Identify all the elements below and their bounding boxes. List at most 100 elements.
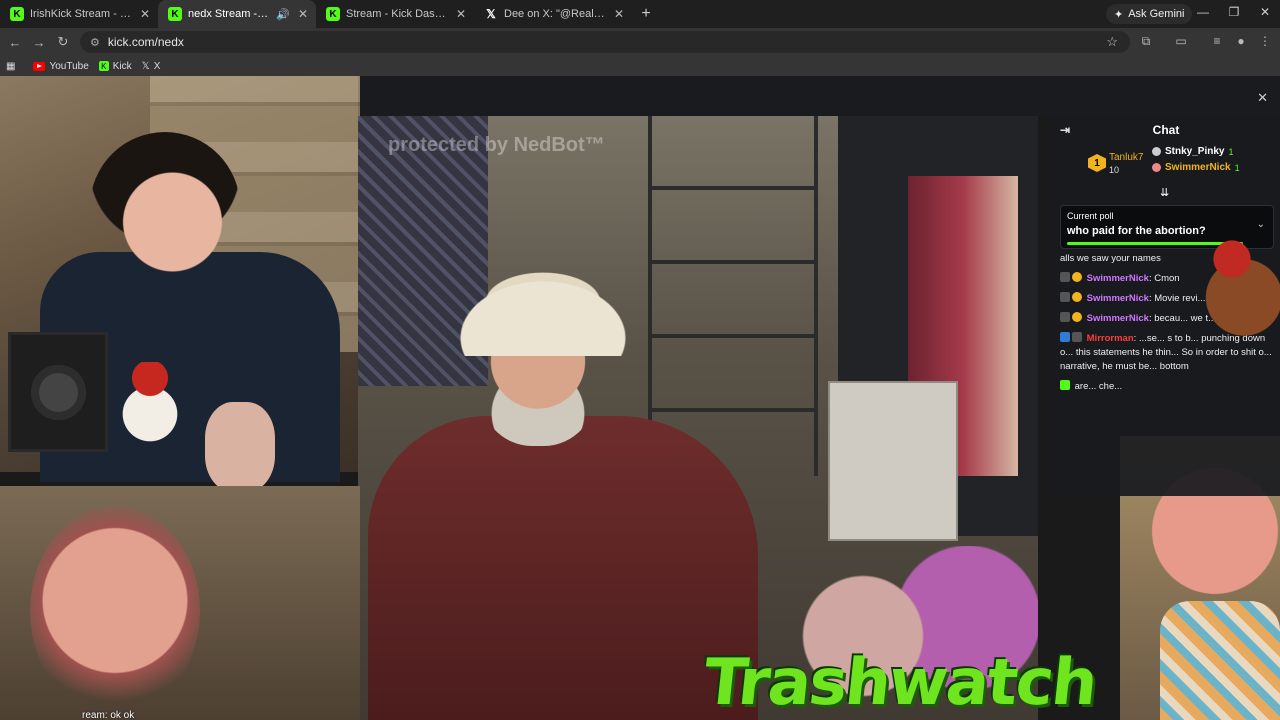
media-icon[interactable]: ≡ xyxy=(1208,34,1226,48)
tab-title: Dee on X: "@RealBabbanaras xyxy=(504,8,606,20)
streamer-image xyxy=(368,416,758,720)
reload-icon[interactable]: ↻ xyxy=(51,34,75,50)
gemini-label: Ask Gemini xyxy=(1128,8,1185,20)
watermark: protected by NedBot™ xyxy=(388,134,605,156)
chat-username[interactable]: SwimmerNick xyxy=(1087,293,1149,304)
tab-strip: K IrishKick Stream - Watch Live o ✕ K ne… xyxy=(0,0,1280,28)
x-icon: 𝕏 xyxy=(141,60,150,72)
youtube-icon xyxy=(33,61,46,71)
rank-badge: 1 xyxy=(1088,154,1106,172)
trashwatch-logo: Trashwatch xyxy=(700,646,1100,720)
overlay-face-image xyxy=(205,402,275,492)
chat-username[interactable]: Mirrorman xyxy=(1087,333,1134,344)
menu-icon[interactable]: ⋮ xyxy=(1256,34,1274,48)
expand-pinned-icon[interactable]: ⇊ xyxy=(1160,186,1169,199)
tab-kick-dashboard[interactable]: K Stream - Kick Dashboard ✕ xyxy=(316,0,474,28)
bookmark-label: Kick xyxy=(112,60,132,72)
close-icon[interactable]: ✕ xyxy=(612,7,626,21)
stream-page: ✕ protected by NedBot™ ream: ok ok ⇥ Cha… xyxy=(0,76,1280,720)
kick-icon: K xyxy=(168,7,182,21)
collapse-chat-icon[interactable]: ⇥ xyxy=(1060,123,1070,137)
gifter-name: SwimmerNick xyxy=(1165,162,1231,173)
chat-username[interactable]: SwimmerNick xyxy=(1087,273,1149,284)
speaker-image xyxy=(8,332,108,452)
shelf-rack-image xyxy=(648,116,818,476)
tab-x[interactable]: 𝕏 Dee on X: "@RealBabbanaras ✕ xyxy=(474,0,632,28)
chat-message: Mirrorman: ...se... s to b... punching d… xyxy=(1060,332,1272,372)
apps-icon[interactable]: ▦ xyxy=(6,61,15,72)
toolbar: ← → ↻ ⚙ kick.com/nedx ☆ ⧉ ▭ ≡ ● ⋮ xyxy=(0,28,1280,56)
back-icon[interactable]: ← xyxy=(3,35,27,50)
gifter-name: Stnky_Pinky xyxy=(1165,146,1225,157)
site-info-icon[interactable]: ⚙ xyxy=(90,36,100,49)
tab-title: IrishKick Stream - Watch Live o xyxy=(30,8,132,20)
cast-icon[interactable]: ▭ xyxy=(1172,34,1190,48)
gift-count: 1 xyxy=(1228,146,1234,157)
message-text: Cmon xyxy=(1154,273,1180,284)
computer-case-image xyxy=(828,381,958,541)
crown-badge-icon xyxy=(1060,292,1070,302)
crown-badge-icon xyxy=(1072,332,1082,342)
gifter-name: Tanluk7 xyxy=(1109,152,1144,163)
x-icon: 𝕏 xyxy=(486,7,496,21)
bookmarks-bar: ▦ YouTube K Kick 𝕏 X xyxy=(0,56,1280,76)
webcam-left xyxy=(0,76,360,492)
chat-title: Chat xyxy=(1152,123,1180,137)
caption-text: ream: ok ok xyxy=(82,710,135,720)
crown-badge-icon xyxy=(1060,312,1070,322)
tab-nedx[interactable]: K nedx Stream - Watch Live o 🔊 ✕ xyxy=(158,0,316,28)
speaker-icon[interactable]: 🔊 xyxy=(276,8,290,21)
gifter-badge-icon xyxy=(1072,272,1082,282)
bookmark-x[interactable]: 𝕏 X xyxy=(142,61,161,72)
profile-avatar[interactable]: ● xyxy=(1232,34,1250,48)
bookmark-youtube[interactable]: YouTube xyxy=(33,60,89,72)
shirt-image xyxy=(1160,601,1280,720)
extensions-icon[interactable]: ⧉ xyxy=(1137,34,1155,49)
top-gifter[interactable]: 1 Tanluk7 10 xyxy=(1088,148,1148,178)
tab-title: nedx Stream - Watch Live o xyxy=(188,8,271,20)
top-gifters: 1 Tanluk7 10 Stnky_Pinky 1 SwimmerNick 1 xyxy=(1052,144,1280,184)
kick-icon: K xyxy=(326,7,340,21)
gifter-item[interactable]: SwimmerNick 1 xyxy=(1152,162,1240,173)
cowboy-hat-image xyxy=(438,266,648,356)
rooster-image xyxy=(1200,226,1280,336)
message-text: alls we saw your names xyxy=(1060,253,1161,264)
tab-irishkick[interactable]: K IrishKick Stream - Watch Live o ✕ xyxy=(0,0,158,28)
message-text: are... che... xyxy=(1074,381,1123,392)
bookmark-kick[interactable]: K Kick xyxy=(98,60,132,72)
ask-gemini-button[interactable]: ✦ Ask Gemini xyxy=(1106,4,1193,24)
vip-badge-icon xyxy=(1060,332,1070,342)
forward-icon[interactable]: → xyxy=(27,35,51,50)
bookmark-label: X xyxy=(153,60,161,72)
minimize-button[interactable]: — xyxy=(1193,5,1213,19)
bookmark-label: YouTube xyxy=(49,60,89,72)
gift-icon xyxy=(1152,147,1161,156)
tab-title: Stream - Kick Dashboard xyxy=(346,8,448,20)
crown-badge-icon xyxy=(1060,272,1070,282)
close-icon[interactable]: ✕ xyxy=(454,7,468,21)
new-tab-button[interactable]: + xyxy=(632,5,660,23)
gifter-item[interactable]: Stnky_Pinky 1 xyxy=(1152,146,1234,157)
overlay-face-image xyxy=(30,506,200,716)
bookmark-star-icon[interactable]: ☆ xyxy=(1106,34,1118,50)
chat-username[interactable]: SwimmerNick xyxy=(1087,313,1149,324)
maximize-button[interactable]: ❐ xyxy=(1224,5,1244,19)
kick-icon: K xyxy=(98,61,109,71)
close-icon[interactable]: ✕ xyxy=(1257,90,1268,106)
person-image xyxy=(90,132,240,282)
close-icon[interactable]: ✕ xyxy=(296,7,310,21)
gift-count: 1 xyxy=(1234,162,1240,173)
video-player[interactable]: protected by NedBot™ xyxy=(358,116,1038,720)
window-close-button[interactable]: ✕ xyxy=(1255,5,1275,19)
close-icon[interactable]: ✕ xyxy=(138,7,152,21)
chat-message: are... che... xyxy=(1060,380,1274,394)
stream-header: ✕ xyxy=(358,76,1280,116)
url-text: kick.com/nedx xyxy=(107,35,184,49)
address-bar[interactable]: ⚙ kick.com/nedx ☆ xyxy=(80,31,1130,53)
poll-label: Current poll xyxy=(1067,211,1114,221)
rooster-image xyxy=(120,362,180,442)
badge-icon xyxy=(1060,380,1070,390)
gemini-icon: ✦ xyxy=(1114,8,1124,21)
chat-header: ⇥ Chat xyxy=(1052,116,1280,144)
kick-icon: K xyxy=(10,7,24,21)
